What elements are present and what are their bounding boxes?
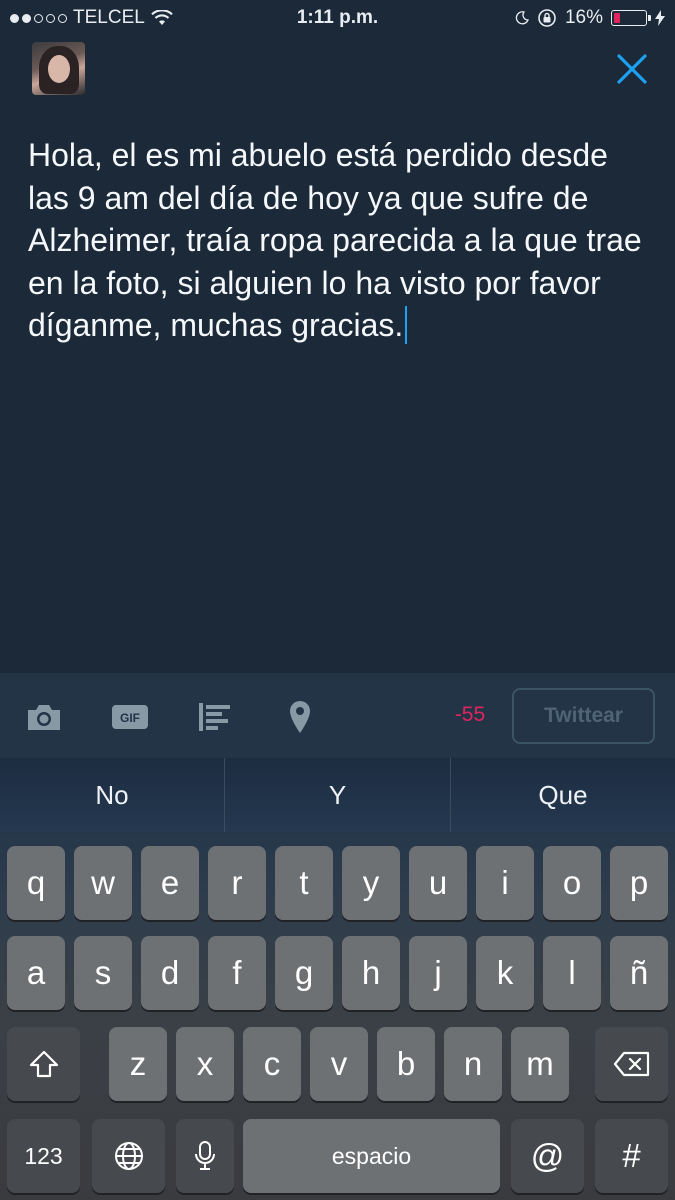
- microphone-icon: [195, 1141, 215, 1170]
- key-t[interactable]: t: [275, 846, 333, 920]
- hash-key[interactable]: #: [595, 1119, 668, 1193]
- key-h[interactable]: h: [342, 936, 400, 1010]
- numbers-key[interactable]: 123: [7, 1119, 80, 1193]
- tweet-button[interactable]: Twittear: [512, 688, 655, 744]
- shift-arrow-icon: [29, 1050, 58, 1078]
- key-k[interactable]: k: [476, 936, 534, 1010]
- suggestion-bar: No Y Que: [0, 758, 675, 832]
- key-r[interactable]: r: [208, 846, 266, 920]
- key-j[interactable]: j: [409, 936, 467, 1010]
- key-l[interactable]: l: [543, 936, 601, 1010]
- tweet-text: Hola, el es mi abuelo está perdido desde…: [28, 137, 642, 343]
- key-o[interactable]: o: [543, 846, 601, 920]
- suggestion-2[interactable]: Y: [225, 758, 450, 832]
- keyboard: No Y Que q w e r t y u i o p a s d f g h…: [0, 758, 675, 1200]
- key-w[interactable]: w: [74, 846, 132, 920]
- character-counter: -55: [454, 703, 486, 726]
- gif-icon[interactable]: GIF: [110, 697, 150, 737]
- text-cursor: [405, 306, 408, 344]
- charging-bolt-icon: [655, 10, 665, 26]
- rotation-lock-icon: [538, 9, 556, 27]
- key-c[interactable]: c: [243, 1027, 301, 1101]
- backspace-icon: [613, 1051, 649, 1077]
- location-pin-icon[interactable]: [280, 697, 320, 737]
- key-a[interactable]: a: [7, 936, 65, 1010]
- key-n-tilde[interactable]: ñ: [610, 936, 668, 1010]
- dictation-key[interactable]: [176, 1119, 234, 1193]
- poll-icon[interactable]: [195, 697, 235, 737]
- suggestion-1[interactable]: No: [0, 758, 224, 832]
- key-n[interactable]: n: [444, 1027, 502, 1101]
- status-right: 16%: [515, 7, 665, 29]
- shift-key[interactable]: [7, 1027, 80, 1101]
- key-f[interactable]: f: [208, 936, 266, 1010]
- camera-icon[interactable]: [24, 697, 64, 737]
- key-p[interactable]: p: [610, 846, 668, 920]
- at-key[interactable]: @: [511, 1119, 584, 1193]
- key-s[interactable]: s: [74, 936, 132, 1010]
- suggestion-3[interactable]: Que: [451, 758, 675, 832]
- battery-icon: [611, 10, 651, 26]
- battery-percent: 16%: [564, 7, 603, 28]
- key-e[interactable]: e: [141, 846, 199, 920]
- close-icon[interactable]: [615, 52, 649, 86]
- tweet-compose-field[interactable]: Hola, el es mi abuelo está perdido desde…: [28, 134, 648, 347]
- globe-icon: [114, 1142, 143, 1170]
- key-m[interactable]: m: [511, 1027, 569, 1101]
- svg-text:GIF: GIF: [120, 711, 140, 725]
- key-u[interactable]: u: [409, 846, 467, 920]
- globe-key[interactable]: [92, 1119, 165, 1193]
- key-b[interactable]: b: [377, 1027, 435, 1101]
- key-d[interactable]: d: [141, 936, 199, 1010]
- key-g[interactable]: g: [275, 936, 333, 1010]
- key-v[interactable]: v: [310, 1027, 368, 1101]
- key-x[interactable]: x: [176, 1027, 234, 1101]
- moon-icon: [515, 11, 529, 25]
- key-q[interactable]: q: [7, 846, 65, 920]
- space-bar[interactable]: espacio: [243, 1119, 500, 1193]
- delete-key[interactable]: [595, 1027, 668, 1101]
- key-i[interactable]: i: [476, 846, 534, 920]
- key-y[interactable]: y: [342, 846, 400, 920]
- avatar[interactable]: [32, 42, 85, 95]
- key-z[interactable]: z: [109, 1027, 167, 1101]
- compose-toolbar: GIF -55 Twittear: [0, 673, 675, 758]
- status-bar: TELCEL 1:11 p.m. 16%: [0, 0, 675, 36]
